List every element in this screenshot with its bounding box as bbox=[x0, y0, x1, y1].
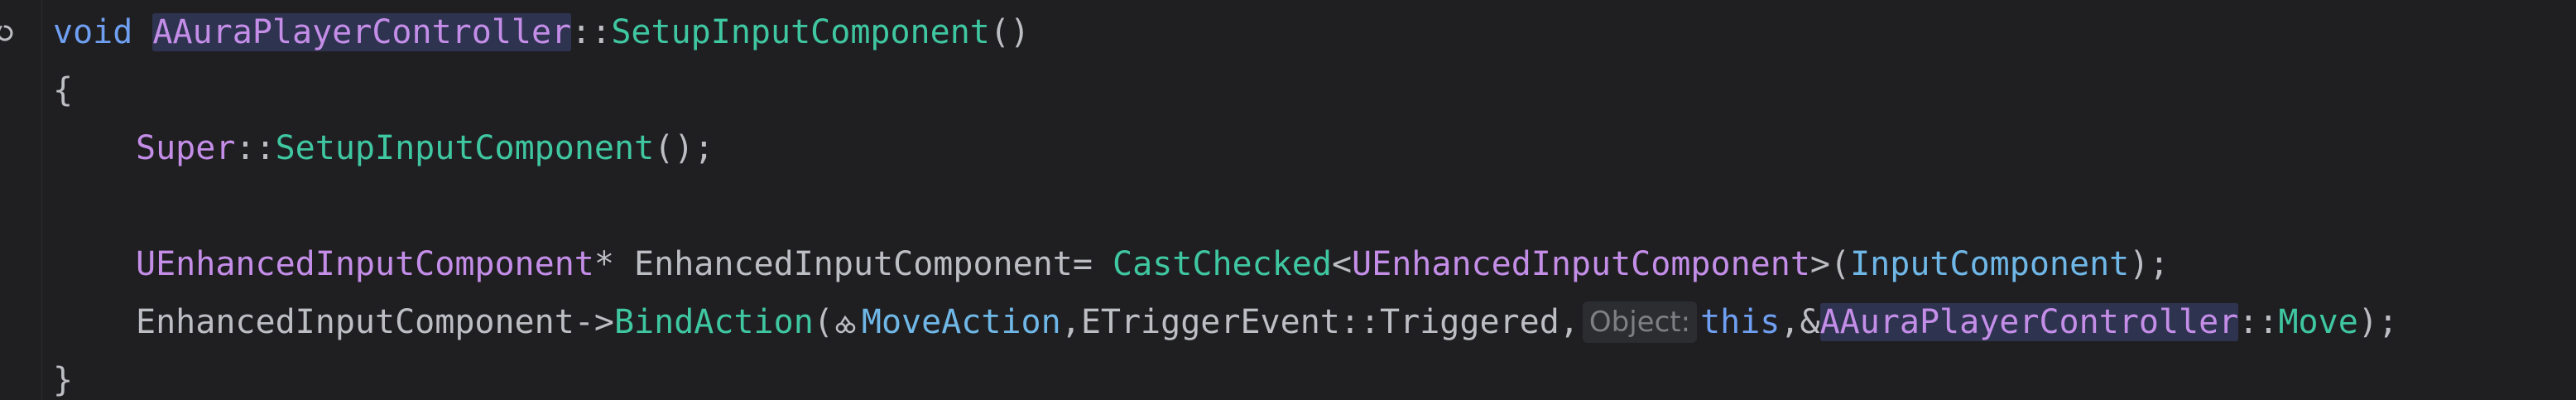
template-open: < bbox=[1331, 245, 1353, 283]
keyword-void: void bbox=[53, 13, 133, 51]
trigger-event-arg: ETriggerEvent::Triggered, bbox=[1080, 303, 1579, 341]
super-keyword[interactable]: Super bbox=[136, 129, 235, 167]
function-call[interactable]: SetupInputComponent bbox=[276, 129, 655, 167]
call-tail: (); bbox=[654, 129, 714, 167]
bind-action-function[interactable]: BindAction bbox=[614, 303, 814, 341]
parameter-hint: Object: bbox=[1582, 301, 1698, 343]
override-marker-icon[interactable] bbox=[0, 22, 17, 45]
class-name-highlighted[interactable]: AAuraPlayerController bbox=[152, 13, 572, 51]
editor-gutter bbox=[0, 0, 42, 400]
close-brace: } bbox=[53, 361, 74, 399]
type-name[interactable]: UEnhancedInputComponent bbox=[136, 245, 594, 283]
open-brace: { bbox=[53, 71, 74, 109]
this-keyword: this bbox=[1700, 303, 1781, 341]
object-access: EnhancedInputComponent-> bbox=[136, 303, 614, 341]
parens: () bbox=[989, 13, 1031, 51]
code-line-1: void AAuraPlayerController::SetupInputCo… bbox=[53, 3, 1030, 61]
open-paren: ( bbox=[813, 303, 834, 341]
statement-tail: ); bbox=[2357, 303, 2398, 341]
scope-operator: :: bbox=[571, 13, 612, 51]
scope-operator: :: bbox=[2238, 303, 2279, 341]
comma: , bbox=[1060, 303, 1081, 341]
code-line-2: { bbox=[53, 61, 73, 119]
code-line-3: Super::SetupInputComponent(); bbox=[53, 119, 714, 177]
template-type[interactable]: UEnhancedInputComponent bbox=[1352, 245, 1810, 283]
code-line-6: EnhancedInputComponent->BindAction(MoveA… bbox=[53, 293, 2398, 351]
class-name-highlighted[interactable]: AAuraPlayerController bbox=[1819, 303, 2239, 341]
scope-operator: :: bbox=[235, 129, 276, 167]
move-action-arg[interactable]: MoveAction bbox=[862, 303, 1061, 341]
template-close: >( bbox=[1809, 245, 1851, 283]
input-action-icon bbox=[835, 315, 856, 334]
comma-ampersand: ,& bbox=[1780, 303, 1820, 341]
cast-function[interactable]: CastChecked bbox=[1113, 245, 1332, 283]
code-line-7: } bbox=[53, 351, 73, 400]
statement-tail: ); bbox=[2129, 245, 2170, 283]
code-editor[interactable]: void AAuraPlayerController::SetupInputCo… bbox=[0, 0, 2576, 400]
move-function[interactable]: Move bbox=[2278, 303, 2357, 341]
argument-name[interactable]: InputComponent bbox=[1850, 245, 2129, 283]
pointer-variable: * EnhancedInputComponent= bbox=[594, 245, 1113, 283]
function-name[interactable]: SetupInputComponent bbox=[611, 13, 990, 51]
code-line-5: UEnhancedInputComponent* EnhancedInputCo… bbox=[53, 235, 2169, 293]
